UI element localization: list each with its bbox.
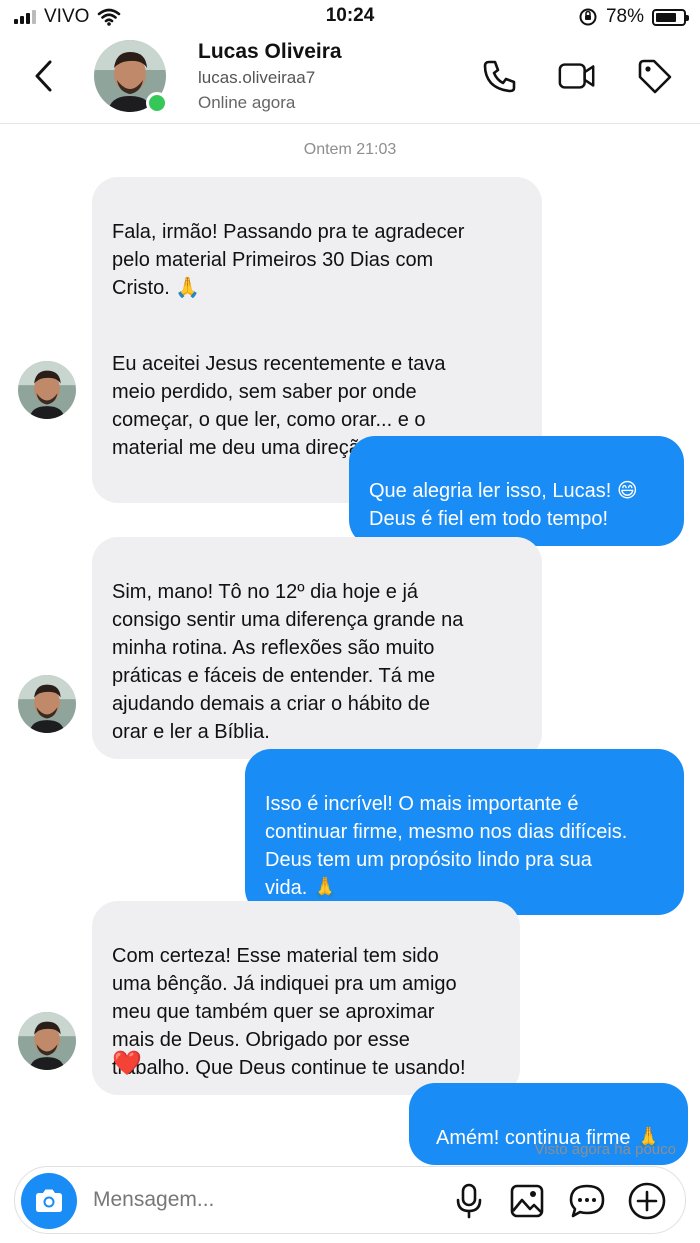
sticker-button[interactable] — [567, 1181, 607, 1221]
phone-icon — [483, 60, 516, 93]
status-right: 78% — [578, 6, 689, 28]
battery-fill — [656, 12, 677, 22]
contact-status: Online agora — [198, 93, 296, 112]
outgoing-message[interactable]: Que alegria ler isso, Lucas! 😄 Deus é fi… — [349, 436, 684, 546]
tag-icon — [638, 59, 672, 94]
incoming-message[interactable]: Sim, mano! Tô no 12º dia hoje e já consi… — [92, 537, 542, 759]
avatar-photo — [18, 361, 76, 419]
plus-icon — [628, 1182, 666, 1220]
video-call-button[interactable] — [557, 56, 597, 96]
video-camera-icon — [558, 63, 595, 89]
camera-button[interactable] — [21, 1173, 77, 1229]
battery-percent: 78% — [605, 6, 644, 27]
message-text: Isso é incrível! O mais importante é con… — [265, 793, 628, 899]
back-button[interactable] — [26, 56, 62, 96]
voice-message-button[interactable] — [449, 1181, 489, 1221]
message-text: Sim, mano! Tô no 12º dia hoje e já consi… — [112, 581, 464, 743]
heart-reaction-icon[interactable]: ❤️ — [112, 1051, 142, 1077]
avatar-photo — [18, 675, 76, 733]
avatar-photo — [18, 1012, 76, 1070]
online-indicator — [146, 92, 168, 114]
chat-timestamp: Ontem 21:03 — [303, 141, 397, 158]
message-composer — [14, 1166, 686, 1234]
contact-username: lucas.oliveiraa7 — [198, 68, 316, 87]
label-button[interactable] — [634, 56, 674, 96]
message-input[interactable] — [93, 1185, 333, 1215]
sticker-chat-icon — [569, 1184, 605, 1218]
message-text: Com certeza! Esse material tem sido uma … — [112, 945, 466, 1079]
orientation-lock-icon — [579, 8, 597, 26]
seen-receipt: Visto agora há pouco — [534, 1141, 677, 1158]
call-button[interactable] — [480, 56, 520, 96]
camera-icon — [36, 1189, 62, 1212]
more-options-button[interactable] — [627, 1181, 667, 1221]
incoming-message[interactable]: Com certeza! Esse material tem sido uma … — [92, 901, 520, 1095]
message-avatar[interactable] — [18, 361, 76, 419]
outgoing-message[interactable]: Isso é incrível! O mais importante é con… — [245, 749, 684, 915]
contact-name[interactable]: Lucas Oliveira — [198, 40, 342, 64]
back-chevron-icon — [35, 60, 52, 92]
message-text: Que alegria ler isso, Lucas! 😄 Deus é fi… — [369, 480, 638, 530]
message-avatar[interactable] — [18, 1012, 76, 1070]
message-avatar[interactable] — [18, 675, 76, 733]
gallery-button[interactable] — [507, 1181, 547, 1221]
chat-header: Lucas Oliveira lucas.oliveiraa7 Online a… — [0, 34, 700, 124]
status-bar: VIVO 10:24 78% — [0, 0, 700, 34]
microphone-icon — [456, 1183, 482, 1219]
message-text: Fala, irmão! Passando pra te agradecer p… — [112, 221, 465, 299]
image-icon — [510, 1184, 544, 1218]
battery-icon — [652, 8, 689, 26]
